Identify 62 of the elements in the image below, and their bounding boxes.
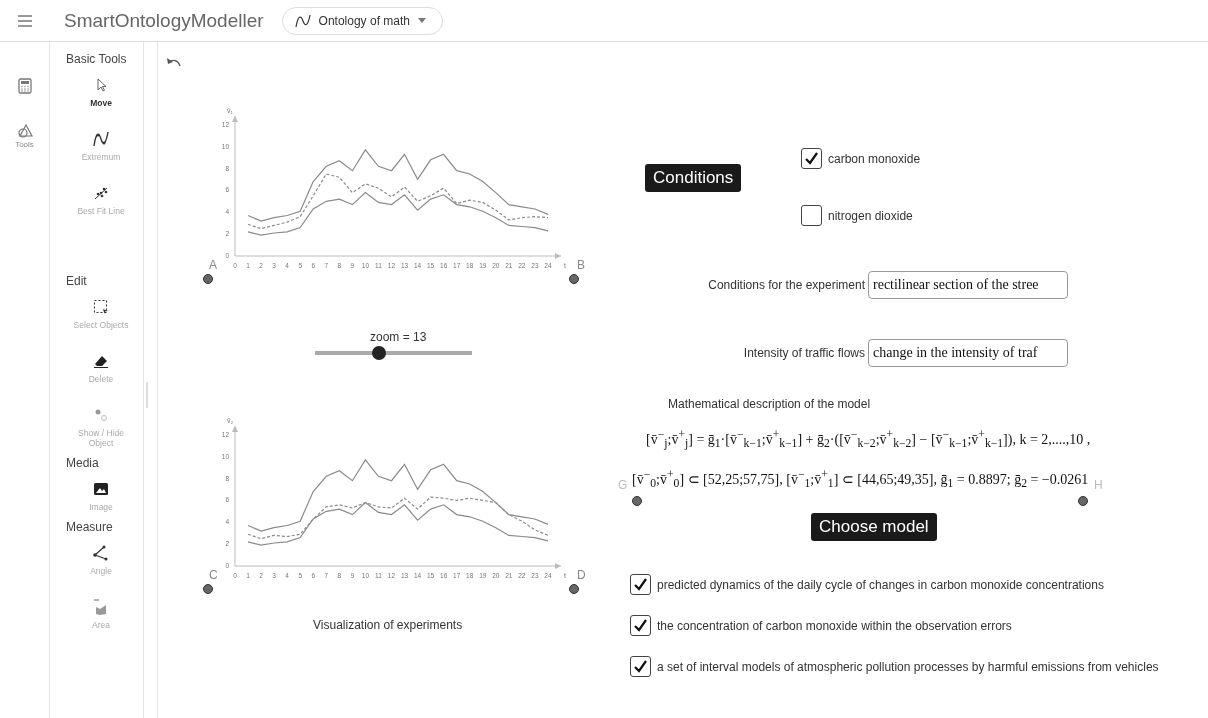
tool-button[interactable]: Show / Hide Object — [66, 402, 136, 452]
text-field[interactable]: change in the intensity of traf — [868, 339, 1068, 367]
point[interactable] — [203, 274, 213, 284]
tool-button[interactable]: Image — [66, 476, 136, 516]
checkbox-label: the concentration of carbon monoxide within the observation errors — [657, 618, 1012, 633]
formula: [v̄$^{−}$$_{j}$;v̄$^{+}$$_{j}$] = ḡ$_{1}$·[v̄$^{−}$$_{k−1}$;v̄$^{+}$$_{k−1}$] + ḡ$_{2}$·([v̄$^{−}$$_{k−2}$;v̄$^{+}$$_{k−2}$] − [v̄$^{−}$$_{k−1}$;v̄$^{+}$$_{k−1}$]), k = 2,....,10 , — [646, 428, 1091, 451]
app-title: SmartOntologyModeller — [64, 9, 264, 32]
slider-thumb[interactable] — [372, 346, 387, 360]
point-label: B — [577, 258, 585, 272]
checkbox[interactable] — [630, 574, 651, 595]
point-label: H — [1094, 478, 1103, 492]
checkbox-label: carbon monoxide — [828, 151, 921, 166]
tool-button[interactable]: Delete — [66, 348, 136, 388]
section-heading: Edit — [66, 274, 88, 288]
curve-icon — [294, 13, 311, 28]
point-label: C — [209, 568, 218, 582]
rail-tab[interactable]: Tools — [15, 124, 34, 149]
checkbox-label: nitrogen dioxide — [828, 208, 913, 223]
rail-button[interactable] — [17, 78, 32, 94]
point[interactable] — [203, 584, 213, 594]
slider-label: zoom = 13 — [370, 330, 427, 344]
section-heading: Media — [66, 456, 100, 470]
image-icon — [92, 480, 110, 498]
formula: [v̄$^{−}$$_{0}$;v̄$^{+}$$_{0}$] ⊂ [52,25;57,75], [v̄$^{−}$$_{1}$;v̄$^{+}$$_{1}$] ⊂ [44,65;49,35], ḡ$_{1}$ = 0.8897; ḡ$_{2}$ = −0.0261 — [632, 468, 1089, 491]
point[interactable] — [632, 496, 642, 506]
field-label: Intensity of traffic flows — [743, 346, 865, 360]
tool-button[interactable]: Select Objects — [66, 294, 136, 334]
text-field[interactable]: rectilinear section of the stree — [868, 271, 1068, 299]
checkbox[interactable] — [630, 615, 651, 636]
point[interactable] — [569, 274, 579, 284]
field-label: Conditions for the experiment — [708, 278, 865, 292]
scrollbar-thumb[interactable] — [146, 382, 148, 408]
point[interactable] — [1078, 496, 1088, 506]
menu-icon[interactable] — [18, 14, 32, 27]
shapes-icon — [16, 124, 33, 138]
calculator-icon — [17, 78, 32, 94]
choose-model-button[interactable]: Choose model — [811, 513, 937, 541]
tool-button[interactable]: Extremum — [66, 126, 136, 166]
point-label: G — [618, 478, 628, 492]
checkbox[interactable] — [801, 205, 822, 226]
checkbox[interactable] — [630, 656, 651, 677]
selection-icon — [92, 298, 110, 316]
checkbox-label: predicted dynamics of the daily cycle of changes in carbon monoxide concentrations — [657, 577, 1104, 592]
tool-button[interactable]: Angle — [66, 540, 136, 580]
section-heading: Measure — [66, 520, 114, 534]
undo-icon[interactable] — [166, 56, 182, 68]
curve-icon — [92, 130, 110, 148]
file-selector[interactable]: Ontology of math — [281, 6, 443, 35]
point[interactable] — [569, 584, 579, 594]
tool-button[interactable]: Best Fit Line — [66, 180, 136, 220]
conditions-button[interactable]: Conditions — [645, 164, 742, 192]
section-heading: Mathematical description of the model — [668, 397, 871, 411]
checkbox[interactable] — [801, 148, 822, 169]
tool-button[interactable]: Move — [66, 72, 136, 112]
caption: Visualization of experiments — [313, 618, 463, 632]
tool-button[interactable]: Area — [66, 594, 136, 634]
point-label: D — [577, 568, 586, 582]
section-heading: Basic Tools — [66, 52, 128, 66]
checkbox-label: a set of interval models of atmospheric pollution processes by harmful emissions from vehicles — [657, 659, 1159, 674]
angle-icon — [92, 544, 110, 562]
caret-icon — [418, 18, 426, 23]
point-label: A — [209, 258, 217, 272]
